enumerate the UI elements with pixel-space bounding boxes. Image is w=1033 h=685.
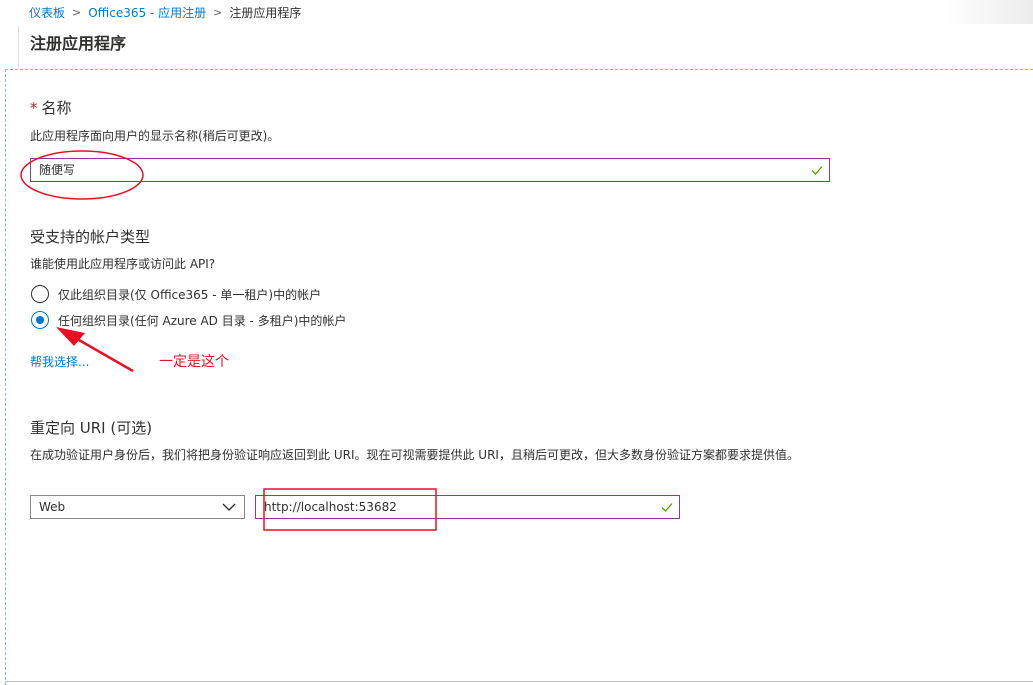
radio-button[interactable] — [31, 285, 49, 303]
name-input-value: 随便写 — [39, 163, 76, 177]
redirect-uri-input[interactable]: http://localhost:53682 — [255, 495, 680, 519]
redirect-uri-title: 重定向 URI (可选) — [30, 419, 153, 437]
panel-bottom-border — [5, 681, 1033, 682]
radio-button-selected[interactable] — [31, 311, 49, 329]
name-section-title: * 名称 — [30, 97, 72, 118]
account-types-title: 受支持的帐户类型 — [30, 228, 151, 246]
redirect-uri-value: http://localhost:53682 — [264, 500, 397, 514]
platform-select[interactable]: Web — [30, 495, 245, 519]
help-me-choose-link[interactable]: 帮我选择... — [30, 353, 89, 370]
account-types-question: 谁能使用此应用程序或访问此 API? — [30, 257, 216, 271]
breadcrumb: 仪表板 > Office365 - 应用注册 > 注册应用程序 — [29, 3, 301, 21]
chevron-right-icon: > — [213, 5, 223, 19]
breadcrumb-current: 注册应用程序 — [229, 5, 302, 20]
checkmark-icon — [661, 503, 673, 512]
page-title: 注册应用程序 — [30, 34, 127, 53]
radio-option-multi-tenant[interactable]: 任何组织目录(任何 Azure AD 目录 - 多租户)中的帐户 — [31, 311, 346, 329]
platform-select-value: Web — [39, 500, 66, 514]
required-indicator: * — [30, 99, 38, 117]
radio-label: 仅此组织目录(仅 Office365 - 单一租户)中的帐户 — [58, 287, 322, 302]
breadcrumb-app-registrations-link[interactable]: Office365 - 应用注册 — [88, 4, 206, 21]
chevron-down-icon — [222, 503, 236, 511]
name-input[interactable]: 随便写 — [30, 158, 830, 182]
checkmark-icon — [811, 166, 823, 175]
radio-label: 任何组织目录(任何 Azure AD 目录 - 多租户)中的帐户 — [58, 313, 347, 328]
name-label: 名称 — [41, 99, 72, 117]
header-divider — [18, 26, 19, 68]
breadcrumb-dashboard-link[interactable]: 仪表板 — [29, 4, 65, 21]
name-description: 此应用程序面向用户的显示名称(稍后可更改)。 — [30, 129, 280, 143]
top-shade — [943, 0, 1033, 24]
redirect-uri-description: 在成功验证用户身份后，我们将把身份验证响应返回到此 URI。现在可视需要提供此 … — [30, 448, 799, 462]
radio-option-single-tenant[interactable]: 仅此组织目录(仅 Office365 - 单一租户)中的帐户 — [31, 285, 321, 303]
annotation-note: 一定是这个 — [159, 354, 229, 370]
chevron-right-icon: > — [72, 5, 82, 19]
